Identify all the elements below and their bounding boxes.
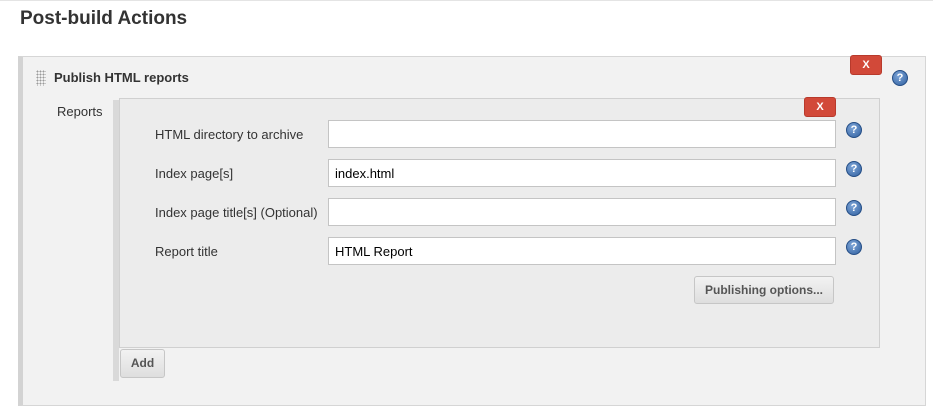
help-icon[interactable]: ? [846,239,862,255]
report-title-input[interactable] [328,237,836,265]
page-title: Post-build Actions [20,8,188,29]
help-icon[interactable]: ? [846,122,862,138]
step-title: Publish HTML reports [54,70,189,85]
index-page-titles-label: Index page title[s] (Optional) [155,205,318,220]
delete-step-button[interactable]: X [850,55,882,75]
index-pages-label: Index page[s] [155,166,234,181]
drag-handle-icon[interactable] [36,70,46,86]
help-icon[interactable]: ? [846,200,862,216]
help-icon[interactable]: ? [846,161,862,177]
top-divider [0,0,933,1]
delete-report-button[interactable]: X [804,97,836,117]
html-directory-label: HTML directory to archive [155,127,304,142]
add-report-button[interactable]: Add [120,349,165,378]
publishing-options-button[interactable]: Publishing options... [694,276,834,304]
index-page-titles-input[interactable] [328,198,836,226]
html-directory-input[interactable] [328,120,836,148]
help-icon[interactable]: ? [892,70,908,86]
reports-label: Reports [57,104,103,119]
index-pages-input[interactable] [328,159,836,187]
report-title-label: Report title [155,244,218,259]
